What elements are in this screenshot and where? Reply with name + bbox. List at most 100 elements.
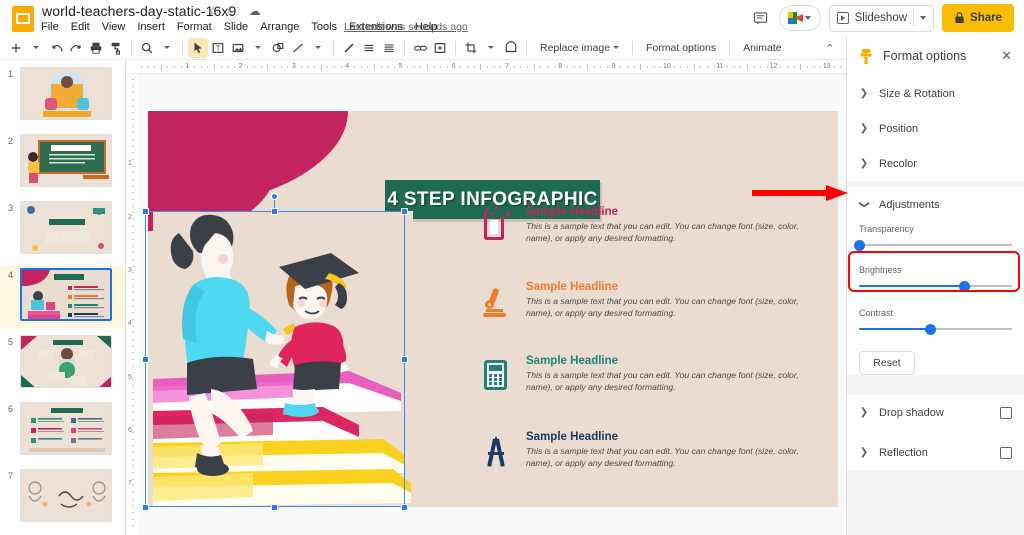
align-button[interactable] [359,38,379,58]
menu-slide[interactable]: Slide [218,19,254,35]
cloud-saved-icon[interactable]: ☁ [249,5,261,17]
select-tool-button[interactable] [188,37,208,58]
zoom-dropdown[interactable] [157,38,177,58]
slide-thumb-7[interactable]: 7 [0,467,125,529]
collapse-toolbar-icon[interactable]: ⌃ [822,40,838,56]
transparency-slider[interactable] [853,239,1012,251]
ruler-tick-label: 5 [398,63,403,70]
move-to-folder-icon[interactable]: 🗀 [228,5,240,17]
star-icon[interactable]: ☆ [208,5,219,17]
reset-button[interactable]: Reset [859,351,915,375]
menu-insert[interactable]: Insert [131,19,171,35]
line-dropdown[interactable] [308,38,328,58]
menu-tools[interactable]: Tools [305,19,343,35]
line-spacing-button[interactable] [379,38,399,58]
slide-thumb-1[interactable]: 1 [0,65,125,127]
step-item-1[interactable]: Sample Headline This is a sample text th… [478,206,808,246]
section-label: Recolor [879,157,917,170]
shape-button[interactable] [268,38,288,58]
new-slide-dropdown[interactable] [26,38,46,58]
contrast-slider[interactable] [859,323,1012,335]
resize-handle-mr[interactable] [401,355,408,363]
replace-image-label: Replace image [540,41,611,54]
slide-thumb-2[interactable]: 2 [0,132,125,194]
paint-format-button[interactable] [106,38,126,58]
slide-thumb-6[interactable]: 6 [0,400,125,462]
resize-handle-tc[interactable] [271,207,278,215]
section-reflection[interactable]: ❯ Reflection [847,435,1024,470]
replace-image-button[interactable]: Replace image [532,38,627,58]
slide-canvas-area[interactable]: 4 STEP INFOGRAPHIC Sample Headline This … [140,74,846,535]
resize-handle-bl[interactable] [141,503,149,511]
section-adjustments-header[interactable]: ❯ Adjustments [847,187,1024,222]
slideshow-caret-icon[interactable] [920,16,927,20]
zoom-button[interactable] [137,38,157,58]
animate-button[interactable]: Animate [735,38,790,58]
resize-handle-br[interactable] [401,503,408,511]
crop-dropdown[interactable] [481,38,501,58]
line-button[interactable] [288,38,308,58]
drop-shadow-checkbox[interactable] [1000,406,1012,419]
thumb-canvas [20,201,112,254]
insert-link-button[interactable] [410,38,430,58]
step-item-2[interactable]: Sample Headline This is a sample text th… [478,281,808,321]
image-selection-box[interactable] [145,211,405,507]
textbox-button[interactable]: T [208,38,228,58]
section-size-and-rotation[interactable]: ❯ Size & Rotation [847,76,1024,111]
resize-handle-tr[interactable] [401,207,408,215]
slide-filmstrip[interactable]: 1 2 3 4 5 6 7 [0,60,126,535]
svg-text:T: T [216,45,221,52]
slideshow-label: Slideshow [854,12,908,24]
brightness-slider-knob[interactable] [959,280,971,292]
step-item-3[interactable]: Sample Headline This is a sample text th… [478,355,808,395]
format-options-button[interactable]: Format options [638,38,724,58]
slide-thumb-5[interactable]: 5 [0,333,125,395]
rotation-handle[interactable] [271,193,278,200]
ruler-tick-label: 13 [822,63,831,70]
insert-image-dropdown[interactable] [248,38,268,58]
slide-thumb-4[interactable]: 4 [0,266,125,328]
last-edit-status[interactable]: Last edit was seconds ago [344,21,468,33]
ruler-tick-label: 2 [128,213,132,221]
slideshow-button[interactable]: Slideshow [828,4,935,32]
close-icon[interactable]: ✕ [1001,48,1012,64]
menu-edit[interactable]: Edit [65,19,96,35]
panel-title: Format options [883,49,967,63]
slide-thumb-3[interactable]: 3 [0,199,125,261]
contrast-slider-knob[interactable] [925,323,937,335]
new-slide-button[interactable] [6,38,26,58]
chevron-right-icon: ❯ [859,447,869,458]
comment-history-icon[interactable] [751,8,771,28]
brightness-slider[interactable] [859,280,1012,292]
section-label: Adjustments [879,198,940,211]
resize-handle-tl[interactable] [141,207,149,215]
mask-image-button[interactable] [501,38,521,58]
menu-format[interactable]: Format [171,19,218,35]
menu-arrange[interactable]: Arrange [254,19,305,35]
resize-handle-ml[interactable] [141,355,149,363]
pen-button[interactable] [339,38,359,58]
section-recolor[interactable]: ❯ Recolor [847,146,1024,181]
ruler-tick-label: 7 [128,480,132,488]
step-item-4[interactable]: Sample Headline This is a sample text th… [478,431,808,471]
resize-handle-bc[interactable] [271,503,278,511]
meet-button[interactable] [778,5,821,31]
undo-button[interactable] [46,38,66,58]
menu-view[interactable]: View [96,19,132,35]
menu-file[interactable]: File [35,19,65,35]
crop-button[interactable] [461,38,481,58]
section-position[interactable]: ❯ Position [847,111,1024,146]
print-button[interactable] [86,38,106,58]
compass-icon [478,431,512,471]
insert-image-button[interactable] [228,38,248,58]
step-body: This is a sample text that you can edit.… [526,296,799,319]
reflection-checkbox[interactable] [1000,446,1012,459]
transparency-slider-knob[interactable] [853,239,865,251]
ruler-tick-label: 1 [185,63,190,70]
section-drop-shadow[interactable]: ❯ Drop shadow [847,395,1024,430]
chevron-right-icon: ❯ [859,88,869,99]
share-button[interactable]: Share [942,4,1014,32]
horizontal-ruler: 1 2 3 4 5 6 7 8 9 10 11 12 13 [126,60,846,74]
redo-button[interactable] [66,38,86,58]
insert-comment-button[interactable] [430,38,450,58]
